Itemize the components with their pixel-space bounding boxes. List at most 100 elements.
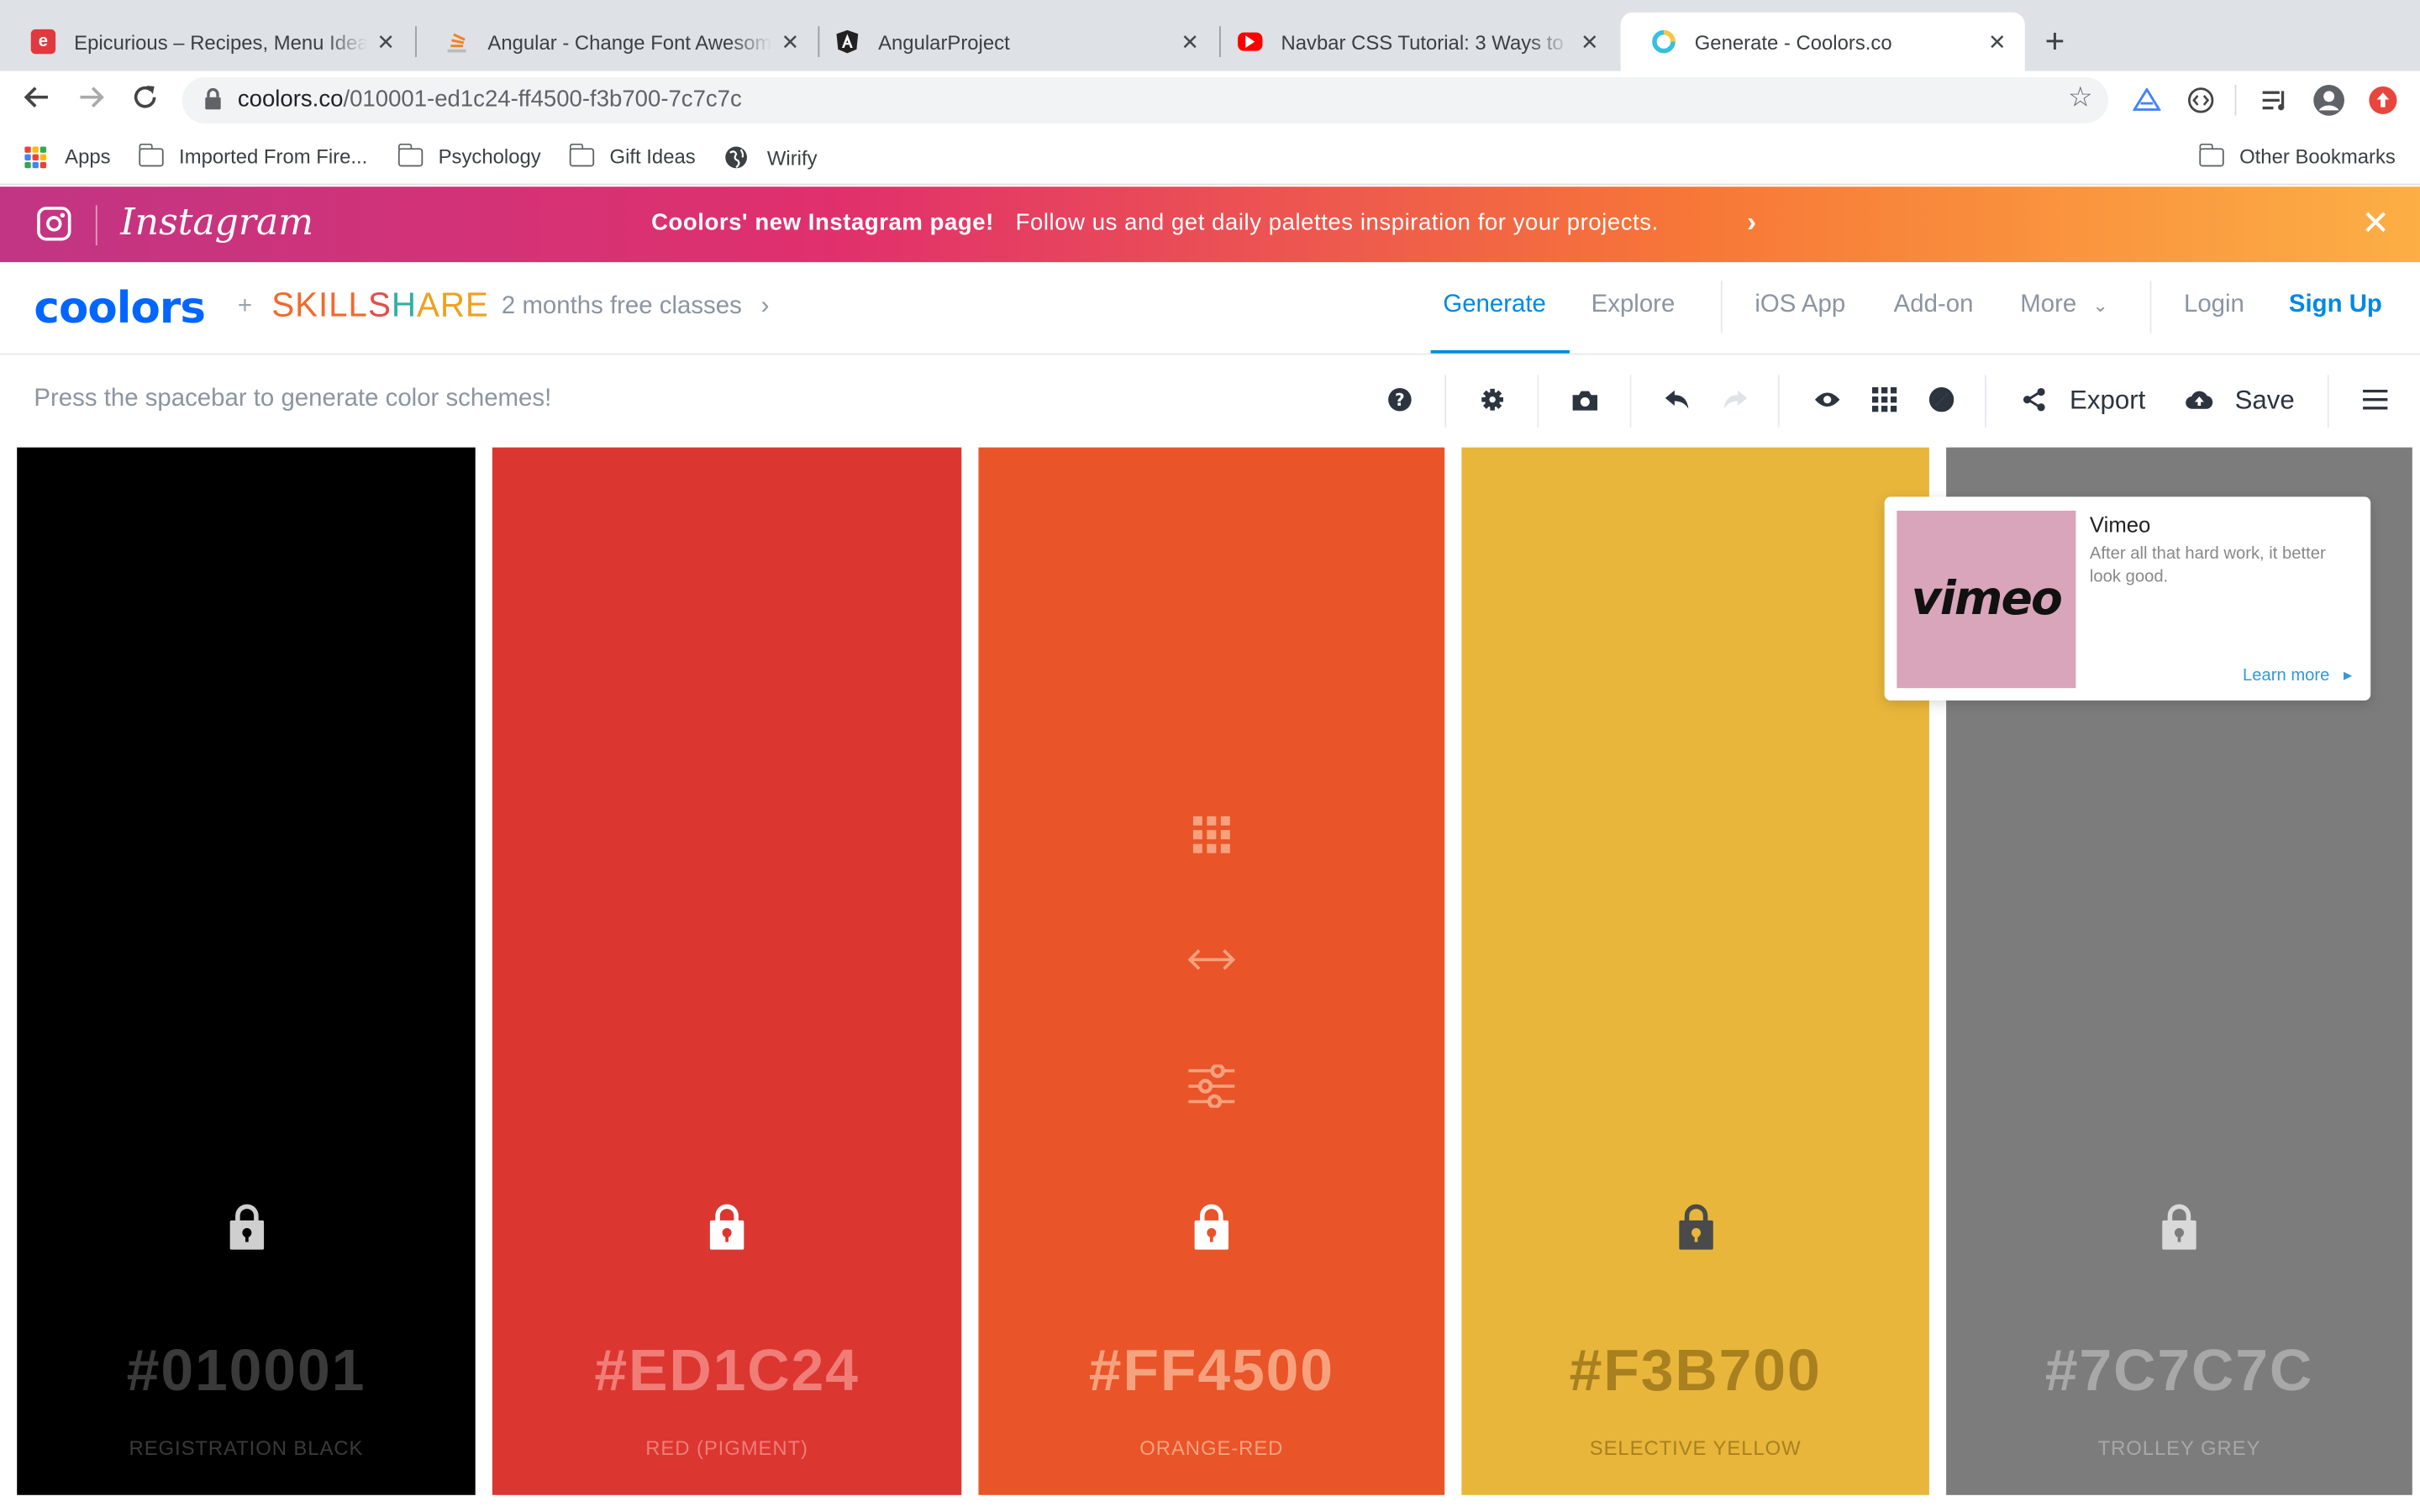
help-icon[interactable]: ? [1383,383,1417,417]
back-icon[interactable] [18,83,55,120]
ad-card[interactable]: vimeo Vimeo After all that hard work, it… [1884,496,2371,701]
drag-arrows-icon[interactable] [1186,935,1236,984]
extension-drive-icon[interactable] [2130,83,2164,117]
promo-link[interactable]: 2 months free classes › [502,293,770,321]
chevron-right-icon: › [760,292,770,320]
lock-icon[interactable] [228,1204,265,1250]
color-name: ORANGE-RED [1139,1436,1284,1460]
color-swatch[interactable]: #010001 REGISTRATION BLACK [17,447,476,1495]
hex-code[interactable]: #7C7C7C [1946,1339,2412,1405]
url-host: coolors.co [237,86,344,113]
close-tab-icon[interactable]: ✕ [778,29,802,55]
grid-view-icon[interactable] [1867,383,1901,417]
reading-list-icon[interactable] [2258,83,2291,117]
nav-generate[interactable]: Generate [1443,291,1546,319]
redo-icon[interactable] [1718,383,1751,417]
skillshare-logo[interactable]: SKILLSHARE [271,286,489,326]
url-path: /010001-ed1c24-ff4500-f3b700-7c7c7c [343,86,742,113]
epicurious-icon: e [30,29,56,55]
save-button[interactable]: Save [2235,386,2295,417]
browser-tab[interactable]: AngularProject ✕ [804,13,1218,71]
vimeo-logo: vimeo [1911,572,2063,627]
profile-avatar-icon[interactable] [2312,83,2345,117]
undo-icon[interactable] [1660,383,1694,417]
settings-gear-icon[interactable] [1476,383,1509,417]
nav-more-label: More [2020,291,2077,318]
tab-title: Navbar CSS Tutorial: 3 Ways to Create [1281,29,1570,54]
forward-icon[interactable] [72,83,109,120]
coolors-icon [1651,29,1676,54]
close-tab-icon[interactable]: ✕ [373,29,397,55]
learn-more-link[interactable]: Learn more ▸ [2243,665,2352,685]
plus-sign: + [237,292,253,320]
stackoverflow-icon [445,29,469,54]
adjust-sliders-icon[interactable] [1186,1062,1236,1111]
lock-icon[interactable] [1677,1204,1714,1250]
nav-divider [2149,281,2152,333]
nav-ios-app[interactable]: iOS App [1754,291,1845,319]
browser-tab[interactable]: Navbar CSS Tutorial: 3 Ways to Create ✕ [1207,13,1618,71]
nav-sign-up[interactable]: Sign Up [2289,291,2382,319]
bookmark-star-icon[interactable]: ☆ [2068,81,2093,114]
nav-explore[interactable]: Explore [1591,291,1676,319]
nav-login[interactable]: Login [2184,291,2244,319]
tab-title: AngularProject [878,29,1010,54]
toolbar-divider [1444,375,1447,428]
lock-icon[interactable] [2160,1204,2197,1250]
other-bookmarks[interactable]: Other Bookmarks [2198,142,2396,168]
coolors-logo[interactable]: coolors [34,282,206,333]
browser-tab-active[interactable]: Generate - Coolors.co ✕ [1620,12,2025,71]
bookmark-folder[interactable]: Imported From Fire... [138,142,368,169]
bookmark-link[interactable]: Wirify [723,145,818,170]
nav-add-on[interactable]: Add-on [1894,291,1974,319]
shades-grid-icon[interactable] [1186,810,1236,859]
lock-icon[interactable] [708,1204,745,1250]
bookmark-apps[interactable]: Apps [24,145,111,168]
nav-more[interactable]: More ⌄ [2020,291,2108,319]
color-swatch[interactable]: #FF4500 ORANGE-RED [978,447,1445,1495]
ad-image[interactable]: vimeo [1897,510,2076,689]
promo-text: 2 months free classes [501,292,742,320]
hex-code[interactable]: #FF4500 [978,1339,1444,1405]
reload-icon[interactable] [127,83,164,120]
extension-code-icon[interactable] [2184,83,2217,117]
color-swatch[interactable]: #F3B700 SELECTIVE YELLOW [1461,447,1929,1495]
instagram-banner[interactable]: Instagram Coolors' new Instagram page! Fo… [0,186,2420,263]
bookmark-folder[interactable]: Psychology [397,142,541,168]
url-bar[interactable]: coolors.co/010001-ed1c24-ff4500-f3b700-7… [182,76,2108,123]
update-icon[interactable] [2366,83,2400,117]
tab-title: Epicurious – Recipes, Menu Ideas [74,29,368,54]
hamburger-menu-icon[interactable] [2359,383,2392,417]
bookmark-label: Gift Ideas [609,144,696,169]
close-tab-icon[interactable]: ✕ [1577,29,1602,55]
share-icon[interactable] [2018,383,2051,417]
skillshare-part: ARE [416,285,489,324]
chevron-down-icon: ⌄ [2092,294,2108,317]
skillshare-part: SKILL [271,285,368,324]
hex-code[interactable]: #F3B700 [1461,1339,1929,1405]
url-text[interactable]: coolors.co/010001-ed1c24-ff4500-f3b700-7… [238,87,742,113]
cloud-upload-icon[interactable] [2182,383,2216,417]
ad-title[interactable]: Vimeo [2090,512,2150,537]
lock-icon[interactable] [1193,1204,1230,1250]
hex-code[interactable]: #010001 [17,1339,476,1405]
new-tab-button[interactable]: + [2045,22,2065,62]
browser-tab[interactable]: Angular - Change Font Awesome ✕ [413,13,818,71]
chevron-right-icon[interactable]: › [1747,207,1756,239]
eye-view-icon[interactable] [1810,383,1844,417]
hex-code[interactable]: #ED1C24 [492,1339,961,1405]
folder-icon [138,142,164,166]
lock-icon[interactable] [203,87,222,110]
close-tab-icon[interactable]: ✕ [1177,29,1202,55]
export-button[interactable]: Export [2070,386,2145,417]
globe-icon [725,146,747,169]
bookmark-label: Imported From Fire... [179,144,368,169]
browser-tab[interactable]: e Epicurious – Recipes, Menu Ideas ✕ [0,13,413,71]
contrast-adjust-icon[interactable] [1924,383,1958,417]
bookmark-folder[interactable]: Gift Ideas [568,142,696,169]
color-swatch[interactable]: #ED1C24 RED (PIGMENT) [492,447,962,1495]
youtube-icon [1238,32,1263,51]
close-tab-icon[interactable]: ✕ [1985,29,2009,55]
close-banner-icon[interactable]: ✕ [2361,203,2390,244]
camera-icon[interactable] [1568,383,1602,417]
